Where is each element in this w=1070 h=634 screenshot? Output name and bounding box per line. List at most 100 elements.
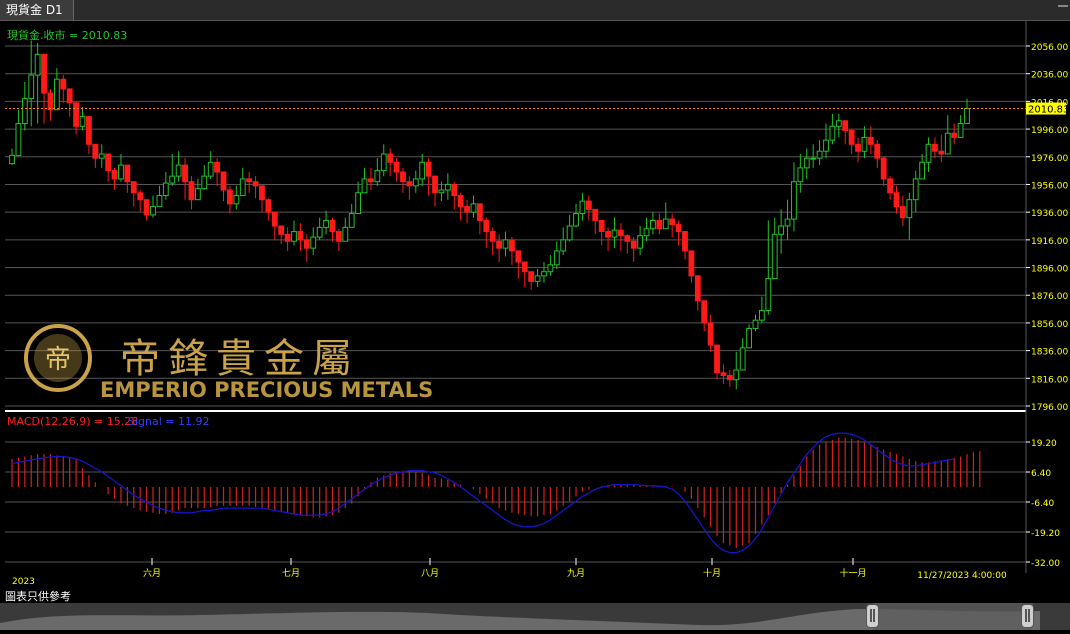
candle-body bbox=[714, 344, 720, 374]
candle-body bbox=[579, 200, 586, 215]
candle-body bbox=[246, 178, 253, 183]
tab-title: 現貨金 D1 bbox=[6, 3, 63, 17]
candle-body bbox=[944, 132, 951, 155]
candle-body bbox=[175, 164, 182, 177]
candle-body bbox=[291, 231, 297, 242]
candle-body bbox=[137, 192, 144, 201]
candle-body bbox=[34, 53, 41, 76]
candle-body bbox=[271, 211, 278, 227]
candle-body bbox=[867, 136, 874, 145]
grid-lines bbox=[5, 45, 1026, 563]
minimize-icon[interactable] bbox=[1058, 5, 1068, 17]
price-tick-label: 1816.00 bbox=[1031, 375, 1068, 385]
tab-bar: 現貨金 D1 bbox=[0, 0, 1070, 21]
price-tick-label: 2056.00 bbox=[1031, 43, 1068, 53]
candle-body bbox=[425, 161, 432, 177]
candle-body bbox=[765, 278, 772, 311]
candle-body bbox=[412, 178, 419, 187]
x-label-october: 十月 bbox=[703, 567, 721, 579]
candle-body bbox=[451, 183, 458, 197]
candle-body bbox=[86, 116, 92, 145]
candle-body bbox=[650, 219, 656, 230]
price-tick-label: 1856.00 bbox=[1031, 320, 1068, 330]
price-tick-label: 1876.00 bbox=[1031, 292, 1068, 302]
price-tick-label: 1896.00 bbox=[1031, 265, 1068, 275]
candle-body bbox=[15, 123, 22, 156]
x-label-june: 六月 bbox=[143, 567, 161, 579]
candle-body bbox=[662, 218, 669, 230]
tab-chart[interactable]: 現貨金 D1 bbox=[0, 0, 74, 20]
candle-body bbox=[784, 218, 791, 227]
candle-body bbox=[380, 153, 387, 172]
macd-label: MACD(12,26,9) = 15.28 bbox=[7, 415, 138, 428]
candle-body bbox=[521, 261, 528, 273]
candle-body bbox=[528, 271, 535, 282]
candle-body bbox=[150, 206, 156, 216]
x-label-august: 八月 bbox=[421, 568, 439, 579]
logo-english-text: EMPERIO PRECIOUS METALS bbox=[100, 378, 433, 402]
candle-body bbox=[252, 181, 259, 187]
candle-body bbox=[259, 185, 265, 201]
candle-body bbox=[335, 231, 342, 242]
candle-body bbox=[848, 129, 855, 145]
candle-body bbox=[835, 120, 842, 127]
candle-body bbox=[906, 199, 913, 219]
candle-body bbox=[489, 231, 496, 242]
candle-body bbox=[483, 219, 490, 233]
price-tick-label: 1836.00 bbox=[1031, 348, 1068, 358]
price-tick-label: 1956.00 bbox=[1031, 181, 1068, 191]
candle-body bbox=[900, 206, 906, 219]
price-series-label: 現貨金.收市 = 2010.83 bbox=[7, 28, 127, 42]
macd-tick-label: -32.00 bbox=[1031, 559, 1060, 569]
candle-body bbox=[53, 78, 60, 111]
candle-body bbox=[47, 92, 54, 111]
candle-body bbox=[310, 236, 317, 249]
candle-body bbox=[227, 189, 233, 205]
candle-body bbox=[605, 231, 611, 238]
candle-body bbox=[547, 264, 554, 273]
candle-body bbox=[400, 171, 406, 183]
candle-body bbox=[932, 143, 938, 152]
macd-tick-label: -19.20 bbox=[1031, 529, 1060, 539]
candle-body bbox=[938, 150, 945, 155]
candle-body bbox=[637, 235, 644, 249]
price-axis: 1796.00 1816.00 1836.00 1856.00 1876.00 1896.… bbox=[1026, 43, 1068, 413]
candle-body bbox=[515, 250, 522, 263]
candle-body bbox=[553, 250, 560, 266]
navigator-left-handle[interactable] bbox=[866, 604, 879, 628]
candle-body bbox=[73, 102, 79, 127]
x-label-year: 2023 bbox=[12, 577, 35, 587]
candle-body bbox=[746, 327, 752, 349]
candle-body bbox=[214, 161, 221, 173]
candle-body bbox=[124, 164, 131, 183]
chart-navigator[interactable] bbox=[0, 603, 1070, 630]
candle-body bbox=[79, 116, 86, 127]
candle-body bbox=[188, 181, 195, 201]
price-tick-label: 2036.00 bbox=[1031, 71, 1068, 81]
candle-body bbox=[28, 74, 35, 100]
candle-body bbox=[111, 170, 118, 180]
candle-body bbox=[861, 136, 868, 152]
candle-body bbox=[201, 175, 208, 190]
candle-body bbox=[265, 199, 272, 213]
candle-body bbox=[919, 161, 926, 180]
candle-body bbox=[810, 157, 817, 160]
candle-body bbox=[316, 226, 323, 238]
candle-body bbox=[21, 98, 28, 125]
candle-body bbox=[509, 239, 515, 252]
logo-emblem-glyph: 帝 bbox=[45, 345, 71, 375]
candle-body bbox=[368, 178, 374, 183]
candle-body bbox=[143, 199, 150, 216]
candle-body bbox=[438, 189, 445, 194]
candle-body bbox=[355, 192, 362, 215]
candle-body bbox=[105, 153, 112, 172]
price-tick-label: 1916.00 bbox=[1031, 237, 1068, 247]
disclaimer-text: 圖表只供參考 bbox=[5, 590, 71, 603]
candle-body bbox=[682, 231, 688, 252]
candle-body bbox=[925, 143, 932, 163]
candle-body bbox=[778, 225, 785, 235]
candle-body bbox=[688, 250, 695, 277]
candle-body bbox=[156, 195, 163, 208]
navigator-right-handle[interactable] bbox=[1021, 604, 1034, 628]
macd-tick-label: 6.40 bbox=[1031, 469, 1051, 479]
